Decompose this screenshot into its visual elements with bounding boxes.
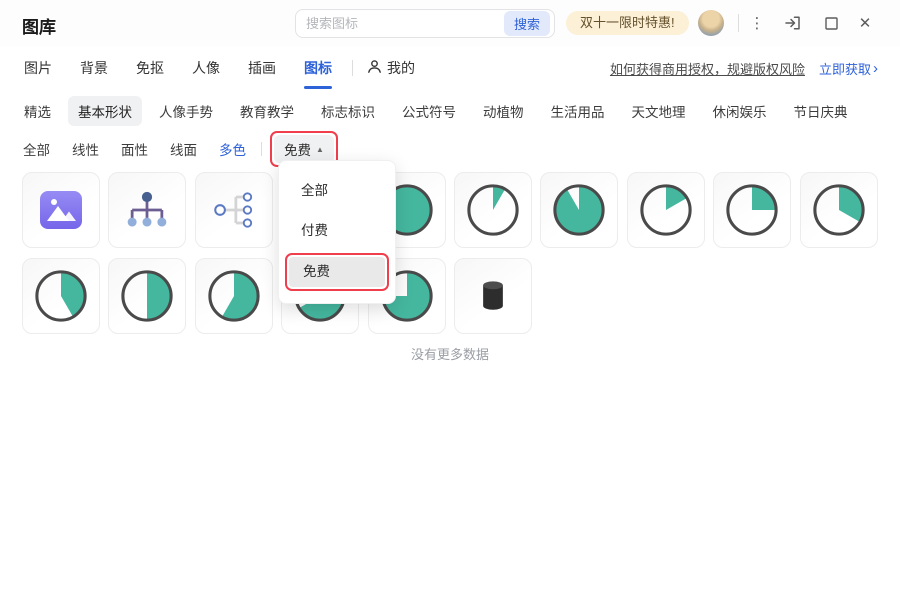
avatar[interactable] — [698, 10, 724, 36]
dropdown-item-免费[interactable]: 免费 — [289, 257, 385, 287]
pie-chart-icon — [120, 269, 174, 323]
sign-in-icon[interactable] — [780, 10, 806, 36]
nav-tab-人像[interactable]: 人像 — [190, 54, 222, 82]
category-精选[interactable]: 精选 — [14, 96, 61, 126]
icon-card[interactable] — [194, 172, 273, 248]
category-公式符号[interactable]: 公式符号 — [392, 96, 466, 126]
image-picture-icon — [39, 190, 83, 230]
pie-chart-icon — [466, 183, 520, 237]
nav-tab-图片[interactable]: 图片 — [22, 54, 54, 82]
icon-card[interactable] — [453, 258, 532, 334]
style-filters: 全部 线性 面性 线面 多色 — [16, 135, 253, 163]
promo-badge[interactable]: 双十一限时特惠! — [566, 11, 689, 35]
nav-tab-插画[interactable]: 插画 — [246, 54, 278, 82]
icon-card[interactable] — [540, 172, 619, 248]
search-button[interactable]: 搜索 — [503, 11, 550, 36]
nav-divider — [352, 60, 353, 76]
icon-card[interactable] — [108, 258, 187, 334]
icon-card[interactable] — [108, 172, 187, 248]
close-icon[interactable]: ✕ — [852, 10, 878, 36]
filter-面性[interactable]: 面性 — [114, 135, 155, 163]
pie-chart-icon — [812, 183, 866, 237]
category-节日庆典[interactable]: 节日庆典 — [784, 96, 858, 126]
price-dropdown-menu: 全部 付费 免费 — [278, 160, 396, 304]
pie-chart-icon — [639, 183, 693, 237]
icon-card[interactable] — [194, 258, 273, 334]
category-人像手势[interactable]: 人像手势 — [149, 96, 223, 126]
annotation-box-dropdown-selected: 免费 — [285, 253, 389, 291]
filter-多色[interactable]: 多色 — [212, 135, 253, 163]
icon-card[interactable] — [799, 172, 878, 248]
nav-row: 图片 背景 免抠 人像 插画 图标 我的 如何获得商用授权，规避版权风险 立即获取 › — [0, 46, 900, 90]
person-icon — [367, 59, 382, 77]
cylinder-database-icon — [470, 273, 516, 319]
nav-tab-背景[interactable]: 背景 — [78, 54, 110, 82]
get-now-label: 立即获取 — [818, 61, 871, 77]
price-filter-button[interactable]: 免费 ▲ — [274, 135, 334, 163]
category-基本形状[interactable]: 基本形状 — [68, 96, 142, 126]
pie-chart-icon — [207, 269, 261, 323]
maximize-icon[interactable] — [818, 10, 844, 36]
category-动植物[interactable]: 动植物 — [473, 96, 534, 126]
filter-线性[interactable]: 线性 — [65, 135, 106, 163]
get-now-link[interactable]: 立即获取 › — [819, 59, 878, 78]
category-教育教学[interactable]: 教育教学 — [230, 96, 304, 126]
category-休闲娱乐[interactable]: 休闲娱乐 — [703, 96, 777, 126]
search-input[interactable] — [296, 16, 504, 31]
category-tabs: 精选 基本形状 人像手势 教育教学 标志标识 公式符号 动植物 生活用品 天文地理 休闲娱乐 节日庆… — [14, 96, 886, 126]
filter-线面[interactable]: 线面 — [163, 135, 204, 163]
dropdown-item-付费[interactable]: 付费 — [279, 211, 395, 251]
pie-chart-icon — [34, 269, 88, 323]
icon-grid — [22, 172, 878, 334]
pie-chart-icon — [725, 183, 779, 237]
chevron-right-icon: › — [873, 59, 878, 77]
nav-tab-免抠[interactable]: 免抠 — [134, 54, 166, 82]
nav-right: 如何获得商用授权，规避版权风险 立即获取 › — [610, 59, 878, 78]
gallery-window: 图库 搜索 双十一限时特惠! ⋮ ✕ 图片背景免抠人像插画图标 — [0, 0, 900, 600]
org-chart-icon — [121, 184, 173, 236]
pie-chart-icon — [552, 183, 606, 237]
filter-divider — [261, 142, 262, 156]
page-title: 图库 — [22, 18, 56, 37]
icon-card[interactable] — [626, 172, 705, 248]
category-生活用品[interactable]: 生活用品 — [541, 96, 615, 126]
category-天文地理[interactable]: 天文地理 — [622, 96, 696, 126]
filter-全部[interactable]: 全部 — [16, 135, 57, 163]
nav-tab-图标[interactable]: 图标 — [302, 54, 334, 89]
caret-up-icon: ▲ — [316, 144, 324, 154]
price-filter-label: 免费 — [284, 143, 311, 158]
icon-card[interactable] — [22, 172, 100, 248]
category-标志标识[interactable]: 标志标识 — [311, 96, 385, 126]
kebab-menu-icon[interactable]: ⋮ — [744, 10, 770, 36]
icon-card[interactable] — [453, 172, 532, 248]
dropdown-item-全部[interactable]: 全部 — [279, 171, 395, 211]
mind-map-icon — [208, 184, 260, 236]
license-link[interactable]: 如何获得商用授权，规避版权风险 — [610, 59, 805, 78]
titlebar: 图库 搜索 双十一限时特惠! ⋮ ✕ — [0, 0, 900, 46]
nav-tabs: 图片 背景 免抠 人像 插画 图标 — [22, 54, 334, 89]
search-box: 搜索 — [295, 9, 555, 38]
icon-card[interactable] — [22, 258, 100, 334]
titlebar-divider — [738, 14, 739, 32]
icon-card[interactable] — [713, 172, 792, 248]
no-more-data-text: 没有更多数据 — [410, 347, 489, 362]
tab-my[interactable]: 我的 — [367, 58, 415, 78]
tab-my-label: 我的 — [387, 60, 415, 76]
